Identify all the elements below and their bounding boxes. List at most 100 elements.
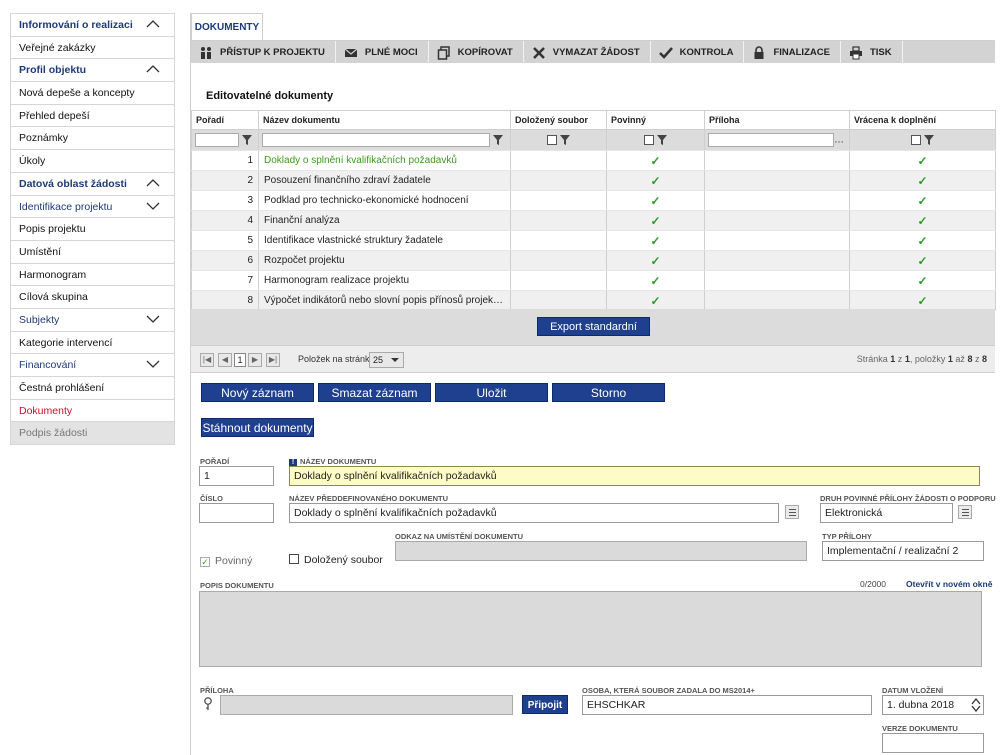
sidebar-item-datova-oblast-zadosti[interactable]: Datová oblast žádosti — [10, 172, 175, 196]
sidebar-item-subjekty[interactable]: Subjekty — [10, 308, 175, 332]
toolbar-kontrola-button[interactable]: KONTROLA — [651, 41, 745, 64]
sidebar-item-profil-objektu[interactable]: Profil objektu — [10, 59, 175, 83]
pripojit-button[interactable]: Připojit — [522, 695, 568, 714]
table-row[interactable]: 1 Doklady o splnění kvalifikačních požada… — [191, 150, 996, 171]
list-picker-icon[interactable] — [785, 505, 799, 519]
typ-input[interactable]: Implementační / realizační 2 — [822, 541, 984, 561]
cell-nazev: Harmonogram realizace projektu — [258, 270, 511, 291]
funnel-icon[interactable] — [560, 134, 570, 145]
sidebar-item-umisteni[interactable]: Umístění — [10, 240, 175, 264]
open-new-window-link[interactable]: Otevřít v novém okně — [906, 579, 992, 589]
filter-input-nazev[interactable] — [262, 133, 490, 147]
checkbox-box[interactable] — [289, 554, 299, 564]
sidebar-item-nova-depese-a-koncepty[interactable]: Nová depeše a koncepty — [10, 82, 175, 105]
sidebar-item-poznamky[interactable]: Poznámky — [10, 127, 175, 151]
sidebar-item-identifikace-projektu[interactable]: Identifikace projektu — [10, 195, 175, 219]
col-header-nazev[interactable]: Název dokumentu — [258, 110, 511, 130]
spinner-icon[interactable] — [971, 698, 981, 712]
filter-input-poradi[interactable] — [195, 133, 239, 147]
table-row[interactable]: 3 Podklad pro technicko-ekonomické hodnoc… — [191, 190, 996, 211]
save-button[interactable]: Uložit — [435, 383, 548, 402]
chevron-down-icon[interactable] — [146, 354, 160, 376]
sidebar-item-prehled-depesi[interactable]: Přehled depeší — [10, 104, 175, 128]
toolbar-button-label: KONTROLA — [679, 47, 734, 58]
cell-nazev: Výpočet indikátorů nebo slovní popis pří… — [258, 290, 511, 311]
col-header-vracena[interactable]: Vrácena k doplnění — [849, 110, 996, 130]
verze-input[interactable] — [882, 733, 984, 753]
sidebar-item-dokumenty[interactable]: Dokumenty — [10, 399, 175, 423]
nazev-input[interactable]: Doklady o splnění kvalifikačních požadav… — [289, 466, 980, 486]
chevron-up-icon[interactable] — [146, 14, 160, 36]
col-header-poradi[interactable]: Pořadí — [191, 110, 259, 130]
cell-vracena: ✓ — [849, 250, 996, 271]
new-record-button[interactable]: Nový záznam — [201, 383, 314, 402]
datum-input[interactable]: 1. dubna 2018 — [882, 695, 984, 715]
sidebar-item-harmonogram[interactable]: Harmonogram — [10, 263, 175, 287]
cell-priloha — [704, 270, 850, 291]
filter-input-priloha[interactable] — [708, 133, 834, 147]
sidebar-item-popis-projektu[interactable]: Popis projektu — [10, 218, 175, 241]
current-page[interactable]: 1 — [234, 353, 246, 367]
next-page-button[interactable]: ▶ — [248, 353, 262, 367]
per-page-select[interactable]: 25 — [369, 352, 404, 368]
popis-textarea[interactable] — [199, 591, 982, 667]
delete-record-button[interactable]: Smazat záznam — [318, 383, 431, 402]
tab-dokumenty[interactable]: DOKUMENTY — [191, 13, 263, 40]
filter-checkbox-povinny[interactable] — [644, 134, 654, 145]
predef-input[interactable]: Doklady o splnění kvalifikačních požadav… — [289, 503, 779, 523]
poradi-input[interactable]: 1 — [199, 466, 274, 486]
sidebar-item-kategorie-intervenci[interactable]: Kategorie intervencí — [10, 331, 175, 355]
per-page-value: 25 — [373, 355, 384, 365]
funnel-icon[interactable] — [242, 135, 252, 145]
sidebar-item-ukoly[interactable]: Úkoly — [10, 150, 175, 173]
toolbar-vymazat-zadost-button[interactable]: VYMAZAT ŽÁDOST — [524, 41, 651, 64]
funnel-icon[interactable] — [493, 135, 503, 145]
list-picker-icon[interactable] — [958, 505, 972, 519]
sidebar-item-label: Poznámky — [19, 132, 69, 145]
last-page-button[interactable]: ▶| — [266, 353, 280, 367]
page-info-total: 8 — [981, 354, 987, 364]
table-row[interactable]: 4 Finanční analýza ✓ ✓ — [191, 210, 996, 231]
first-page-button[interactable]: |◀ — [200, 353, 214, 367]
filter-checkbox-vracena[interactable] — [911, 134, 921, 145]
page-info-page: 1 — [890, 354, 896, 364]
page-info: Stránka 1 z 1, položky 1 až 8 z 8 — [857, 354, 987, 364]
chevron-down-icon[interactable] — [146, 309, 160, 331]
filter-checkbox-dolozeny[interactable] — [547, 134, 557, 145]
toolbar-pristup-k-projektu-button[interactable]: PŘÍSTUP K PROJEKTU — [191, 41, 336, 64]
table-row[interactable]: 6 Rozpočet projektu ✓ ✓ — [191, 250, 996, 271]
toolbar-finalizace-button[interactable]: FINALIZACE — [744, 41, 841, 64]
table-row[interactable]: 2 Posouzení finančního zdraví žadatele ✓ ✓ — [191, 170, 996, 191]
check-icon: ✓ — [650, 173, 661, 188]
prev-page-button[interactable]: ◀ — [218, 353, 232, 367]
chevron-up-icon[interactable] — [146, 59, 160, 81]
chevron-up-icon[interactable] — [146, 173, 160, 195]
table-row[interactable]: 5 Identifikace vlastnické struktury žadat… — [191, 230, 996, 251]
cell-povinny: ✓ — [606, 270, 705, 291]
druh-input[interactable]: Elektronická — [820, 503, 953, 523]
sidebar-item-cestna-prohlaseni[interactable]: Čestná prohlášení — [10, 377, 175, 400]
col-header-povinny[interactable]: Povinný — [606, 110, 705, 130]
chevron-down-icon[interactable] — [146, 196, 160, 218]
sidebar-item-informovani-o-realizaci[interactable]: Informování o realizaci — [10, 14, 175, 37]
funnel-icon[interactable] — [924, 134, 934, 145]
cancel-button[interactable]: Storno — [552, 383, 665, 402]
export-button[interactable]: Export standardní — [537, 317, 650, 336]
download-documents-button[interactable]: Stáhnout dokumenty — [201, 418, 314, 437]
sidebar-item-cilova-skupina[interactable]: Cílová skupina — [10, 286, 175, 309]
toolbar-tisk-button[interactable]: TISK — [841, 41, 903, 64]
toolbar-plne-moci-button[interactable]: PLNÉ MOCI — [336, 41, 429, 64]
funnel-icon[interactable] — [657, 134, 667, 145]
table-row[interactable]: 8 Výpočet indikátorů nebo slovní popis př… — [191, 290, 996, 311]
check-icon: ✓ — [917, 153, 928, 168]
cislo-input[interactable] — [199, 503, 274, 523]
col-header-dolozeny[interactable]: Doložený soubor — [510, 110, 607, 130]
sidebar-item-verejne-zakazky[interactable]: Veřejné zakázky — [10, 36, 175, 60]
dolozeny-checkbox[interactable]: Doložený soubor — [289, 554, 383, 566]
toolbar-kopirovat-button[interactable]: KOPÍROVAT — [429, 41, 524, 64]
check-icon: ✓ — [650, 233, 661, 248]
osoba-input[interactable]: EHSCHKAR — [582, 695, 872, 715]
table-row[interactable]: 7 Harmonogram realizace projektu ✓ ✓ — [191, 270, 996, 291]
col-header-priloha[interactable]: Příloha — [704, 110, 850, 130]
sidebar-item-financovani[interactable]: Financování — [10, 354, 175, 377]
